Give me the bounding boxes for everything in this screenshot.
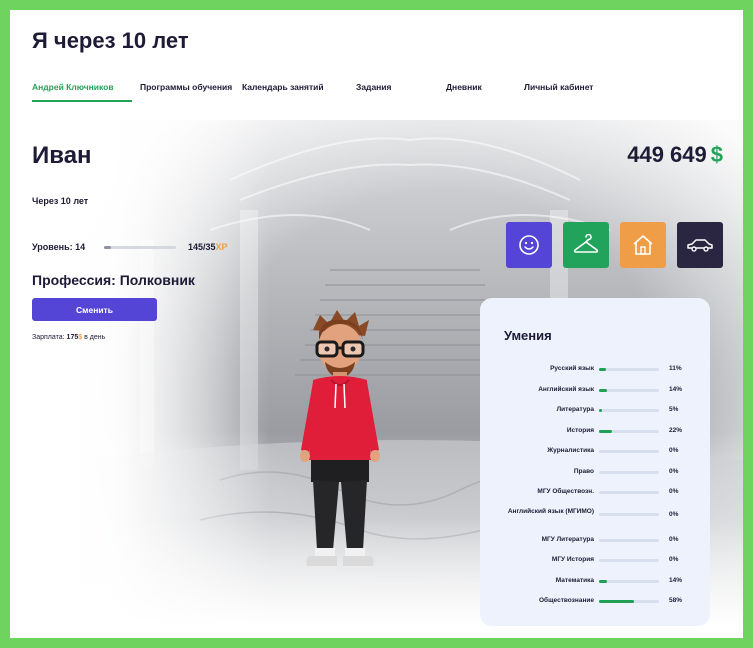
skill-row-journalism: Журналистика 0% [480, 447, 710, 465]
skill-value: 5% [669, 406, 679, 413]
skill-name: Английский язык [538, 386, 594, 393]
nav-tabs: Андрей Ключников Программы обучения Кале… [32, 82, 722, 112]
skill-name: История [566, 427, 594, 434]
skill-row-english: Английский язык 14% [480, 386, 710, 404]
skill-name: Право [573, 468, 594, 475]
skill-bar [599, 471, 659, 474]
level-label: Уровень: 14 [32, 242, 86, 252]
balance-amount: 449 649 [627, 142, 707, 167]
skill-row-literature: Литература 5% [480, 406, 710, 424]
change-profession-button[interactable]: Сменить [32, 298, 157, 321]
skill-row-english-mgimo: Английский язык (МГИМО) 0% [480, 508, 710, 526]
skill-bar [599, 539, 659, 542]
xp-unit: XP [215, 242, 228, 252]
skill-name: Журналистика [547, 447, 594, 454]
skill-bar [599, 409, 659, 412]
skill-bar [599, 389, 659, 392]
home-button[interactable] [620, 222, 666, 268]
mood-button[interactable] [506, 222, 552, 268]
skill-bar [599, 513, 659, 516]
active-tab-underline [32, 100, 132, 102]
skill-name: Математика [555, 577, 594, 584]
car-icon [687, 239, 713, 252]
skill-value: 0% [669, 556, 679, 563]
skill-name: Русский язык [550, 365, 594, 372]
skill-row-math: Математика 14% [480, 577, 710, 595]
tab-programs[interactable]: Программы обучения [140, 82, 232, 92]
skill-value: 0% [669, 488, 679, 495]
xp-counter: 145/35XP [188, 242, 228, 252]
salary: Зарплата: 175$ в день [32, 334, 105, 341]
skill-name: МГУ История [551, 556, 594, 563]
skill-name: Английский язык (МГИМО) [507, 508, 594, 515]
skill-name: МГУ Обществозн. [537, 488, 594, 495]
skill-bar [599, 430, 659, 433]
skills-title: Умения [504, 328, 552, 343]
skill-bar [599, 368, 659, 371]
skill-value: 0% [669, 511, 679, 518]
skill-value: 22% [669, 427, 683, 434]
subtitle: Через 10 лет [32, 196, 89, 206]
skill-name: МГУ Литература [541, 536, 594, 543]
tab-calendar[interactable]: Календарь занятий [242, 82, 324, 92]
level-row: Уровень: 14 145/35XP [32, 242, 252, 256]
salary-prefix: Зарплата: [32, 334, 67, 341]
skill-bar-fill [599, 368, 606, 371]
skill-name: Обществознание [539, 597, 594, 604]
skill-value: 14% [669, 577, 683, 584]
skill-name: Литература [556, 406, 594, 413]
skill-bar [599, 559, 659, 562]
tab-profile[interactable]: Андрей Ключников [32, 82, 114, 92]
skill-row-russian: Русский язык 11% [480, 365, 710, 383]
xp-value: 145/35 [188, 242, 216, 252]
skill-bar-fill [599, 580, 608, 583]
skill-value: 11% [669, 365, 682, 372]
clothes-button[interactable] [563, 222, 609, 268]
skill-bar [599, 450, 659, 453]
skill-bar [599, 580, 659, 583]
skill-bar-fill [599, 430, 613, 433]
smile-icon [519, 235, 539, 255]
skill-row-msu-history: МГУ История 0% [480, 556, 710, 574]
skills-panel: Умения Русский язык 11% Английский язык … [480, 298, 710, 626]
skill-row-msu-social: МГУ Обществозн. 0% [480, 488, 710, 506]
dollar-icon: $ [710, 142, 723, 167]
skill-value: 0% [669, 468, 679, 475]
tab-tasks[interactable]: Задания [356, 82, 392, 92]
house-icon [633, 235, 653, 255]
skill-bar [599, 600, 659, 603]
salary-suffix: в день [82, 334, 106, 341]
car-button[interactable] [677, 222, 723, 268]
app-title: Я через 10 лет [32, 28, 189, 53]
tab-account[interactable]: Личный кабинет [524, 82, 593, 92]
level-progress-fill [104, 246, 112, 249]
skill-bar-fill [599, 600, 634, 603]
skill-value: 14% [669, 386, 683, 393]
skill-bar-fill [599, 409, 602, 412]
salary-value: 175 [66, 334, 79, 341]
profession: Профессия: Полковник [32, 272, 195, 288]
tab-diary[interactable]: Дневник [446, 82, 482, 92]
skill-row-msu-literature: МГУ Литература 0% [480, 536, 710, 554]
skill-value: 0% [669, 536, 679, 543]
skill-bar-fill [599, 389, 608, 392]
level-progress-bar [104, 246, 176, 249]
balance: 449 649 $ [627, 142, 723, 168]
app-frame: Я через 10 лет Андрей Ключников Программ… [10, 10, 743, 638]
skill-row-history: История 22% [480, 427, 710, 445]
user-name: Иван [32, 142, 92, 169]
skill-row-social-studies: Обществознание 58% [480, 597, 710, 615]
skill-bar [599, 491, 659, 494]
skill-value: 58% [669, 597, 683, 604]
hanger-icon [573, 234, 599, 253]
avatar-character [300, 310, 380, 566]
skill-row-law: Право 0% [480, 468, 710, 486]
skill-value: 0% [669, 447, 679, 454]
